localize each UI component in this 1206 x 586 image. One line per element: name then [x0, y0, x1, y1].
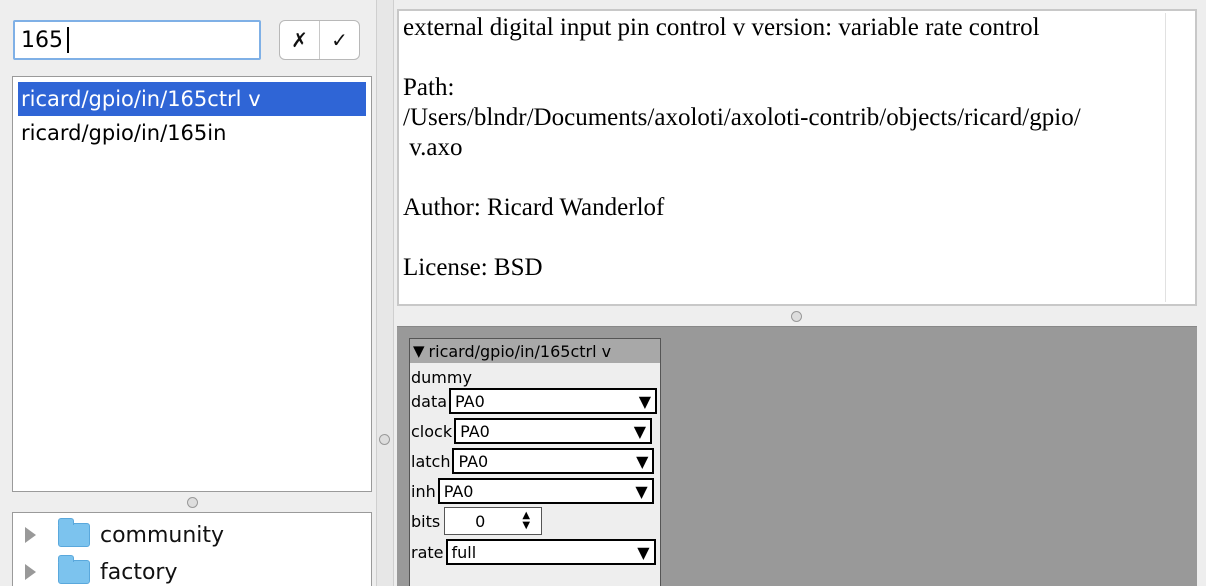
folder-icon [58, 555, 90, 584]
object-tree[interactable]: community factory [12, 512, 372, 586]
object-preview: ▼ ricard/gpio/in/165ctrl v dummy data PA… [409, 338, 661, 586]
inh-pin-dropdown[interactable]: PA0 ▼ [437, 478, 654, 504]
latch-pin-dropdown[interactable]: PA0 ▼ [452, 448, 655, 474]
param-label: bits [411, 511, 441, 531]
spinner-arrows[interactable]: ▲ ▼ [515, 511, 537, 531]
spinner-down-icon[interactable]: ▼ [522, 521, 530, 531]
vertical-splitter[interactable] [376, 0, 394, 586]
result-item[interactable]: ricard/gpio/in/165ctrl v [18, 82, 366, 116]
folder-icon [58, 518, 90, 547]
param-row-rate: rate full ▼ [410, 538, 662, 566]
param-row-bits: bits 0 ▲ ▼ [410, 507, 662, 535]
tree-node-community[interactable]: community [13, 517, 224, 553]
horizontal-splitter-handle[interactable] [187, 497, 198, 508]
param-row-clock: clock PA0 ▼ [410, 417, 662, 445]
collapse-triangle-icon[interactable]: ▼ [413, 342, 425, 360]
info-scrollbar[interactable] [1165, 13, 1193, 302]
author-text: Author: Ricard Wanderlof [403, 194, 665, 221]
object-info-panel: external digital input pin control v ver… [397, 9, 1197, 306]
clock-pin-dropdown[interactable]: PA0 ▼ [454, 418, 653, 444]
vertical-splitter-handle[interactable] [379, 434, 390, 445]
dropdown-arrow-icon: ▼ [637, 542, 650, 562]
text-caret [67, 27, 69, 53]
path-label: Path: [403, 74, 455, 101]
param-row-latch: latch PA0 ▼ [410, 447, 662, 475]
search-button-group: ✗ ✓ [279, 20, 360, 60]
param-label: rate [411, 542, 444, 562]
dropdown-value: full [451, 542, 477, 562]
dropdown-value: PA0 [455, 391, 485, 411]
tree-node-factory[interactable]: factory [13, 554, 177, 586]
dropdown-value: PA0 [458, 451, 489, 471]
dropdown-value: PA0 [460, 421, 490, 441]
bits-spinner[interactable]: 0 ▲ ▼ [444, 507, 543, 535]
object-subtitle: dummy [411, 367, 472, 387]
path-value-line1: /Users/blndr/Documents/axoloti/axoloti-c… [403, 104, 1081, 131]
param-label: data [411, 391, 448, 411]
dropdown-value: PA0 [443, 481, 474, 501]
tree-node-label: factory [100, 559, 178, 585]
search-input[interactable] [13, 20, 261, 60]
result-item[interactable]: ricard/gpio/in/165in [18, 116, 366, 150]
cancel-button[interactable]: ✗ [280, 21, 319, 59]
search-results-list[interactable]: ricard/gpio/in/165ctrl v ricard/gpio/in/… [12, 76, 372, 492]
rate-dropdown[interactable]: full ▼ [445, 539, 656, 565]
tree-node-label: community [100, 522, 225, 548]
expand-arrow-icon[interactable] [25, 564, 36, 580]
object-title: ricard/gpio/in/165ctrl v [428, 341, 612, 361]
param-label: latch [411, 451, 451, 471]
param-label: inh [411, 481, 436, 501]
expand-arrow-icon[interactable] [25, 527, 36, 543]
dropdown-arrow-icon: ▼ [636, 451, 649, 471]
accept-button[interactable]: ✓ [319, 21, 359, 59]
param-row-inh: inh PA0 ▼ [410, 477, 662, 505]
dropdown-arrow-icon: ▼ [633, 421, 647, 441]
dropdown-arrow-icon: ▼ [635, 481, 648, 501]
data-pin-dropdown[interactable]: PA0 ▼ [449, 388, 658, 414]
preview-splitter-handle[interactable] [791, 311, 802, 322]
dropdown-arrow-icon: ▼ [638, 391, 652, 411]
object-header[interactable]: ▼ ricard/gpio/in/165ctrl v [410, 339, 660, 363]
object-description: external digital input pin control v ver… [403, 14, 1040, 41]
license-text: License: BSD [403, 254, 543, 281]
param-label: clock [411, 421, 453, 441]
param-row-data: data PA0 ▼ [410, 387, 662, 415]
spinner-value: 0 [475, 511, 486, 531]
path-value-line2: v.axo [403, 134, 463, 161]
